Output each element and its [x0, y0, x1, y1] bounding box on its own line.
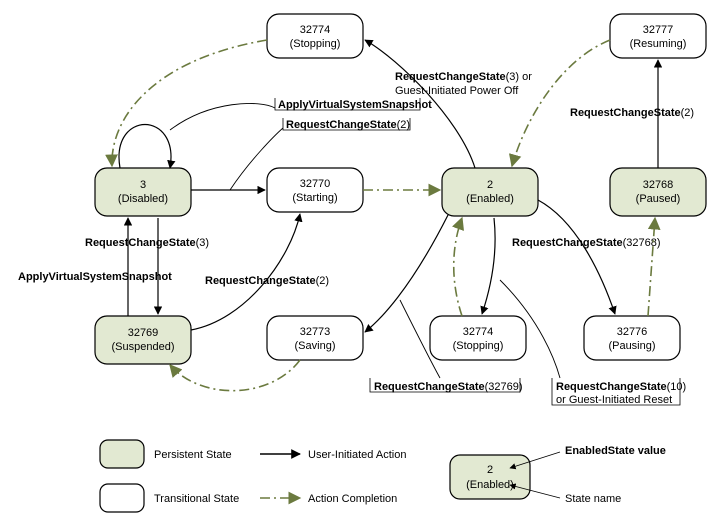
state-name: (Enabled): [466, 193, 514, 205]
legend-user-action: User-Initiated Action: [308, 449, 406, 461]
state-name: (Pausing): [608, 340, 655, 352]
state-value: 2: [487, 179, 493, 191]
state-stopping-top: 32774 (Stopping): [267, 14, 363, 58]
svg-text:RequestChangeState(10): RequestChangeState(10): [556, 381, 686, 393]
state-value: 32774: [463, 326, 494, 338]
svg-text:EnabledState value: EnabledState value: [565, 445, 666, 457]
state-name: (Starting): [292, 192, 337, 204]
state-suspended: 32769 (Suspended): [95, 316, 191, 364]
state-value: 32773: [300, 326, 331, 338]
state-value: 32770: [300, 178, 331, 190]
edge-enabled-stoppingbot: [482, 218, 495, 314]
svg-text:RequestChangeState(32768): RequestChangeState(32768): [512, 237, 661, 249]
state-enabled: 2 (Enabled): [442, 168, 538, 216]
state-value: 3: [140, 179, 146, 191]
edge-resuming-enabled: [512, 40, 610, 166]
svg-text:RequestChangeState(2): RequestChangeState(2): [570, 107, 694, 119]
legend-action-completion: Action Completion: [308, 493, 397, 505]
svg-text:RequestChangeState(2): RequestChangeState(2): [205, 275, 329, 287]
edge-enabled-saving: [365, 215, 448, 332]
state-resuming: 32777 (Resuming): [610, 14, 706, 58]
legend-persistent: Persistent State: [154, 449, 232, 461]
state-name: (Resuming): [630, 38, 687, 50]
state-value: 32769: [128, 327, 159, 339]
label-guest-reset: or Guest-Initiated Reset: [556, 394, 672, 406]
label-apply-snapshot-b: ApplyVirtualSystemSnapshot: [18, 271, 172, 283]
state-name: (Stopping): [290, 38, 341, 50]
svg-text:RequestChangeState(3) or: RequestChangeState(3) or: [395, 71, 532, 83]
legend-state-name: State name: [565, 493, 621, 505]
edge-enabled-pausing: [538, 200, 615, 314]
svg-text:RequestChangeState(3): RequestChangeState(3): [85, 237, 209, 249]
state-value: 32776: [617, 326, 648, 338]
state-value: 32774: [300, 24, 331, 36]
edge-suspended-starting: [191, 214, 300, 330]
label-apply-snapshot: ApplyVirtualSystemSnapshot: [278, 99, 432, 111]
edge-stoppingbot-enabled: [454, 218, 462, 316]
label-guest-off: Guest-Initiated Power Off: [395, 85, 519, 97]
state-value: 32777: [643, 24, 674, 36]
state-starting: 32770 (Starting): [267, 168, 363, 212]
edge-stoppingtop-disabled: [112, 40, 267, 166]
state-saving: 32773 (Saving): [267, 316, 363, 360]
state-pausing: 32776 (Pausing): [584, 316, 680, 360]
legend: Persistent State Transitional State User…: [100, 440, 666, 512]
state-disabled: 3 (Disabled): [95, 168, 191, 216]
svg-text:RequestChangeState(32769): RequestChangeState(32769): [374, 381, 523, 393]
legend-sample-name: (Enabled): [466, 479, 514, 491]
edge-saving-suspended: [170, 360, 300, 391]
state-name: (Disabled): [118, 193, 168, 205]
state-stopping-bottom: 32774 (Stopping): [430, 316, 526, 360]
svg-text:RequestChangeState(2): RequestChangeState(2): [286, 119, 410, 131]
state-name: (Paused): [636, 193, 681, 205]
legend-transitional: Transitional State: [154, 493, 239, 505]
edge-pausing-paused: [648, 218, 655, 316]
legend-sample-value: 2: [487, 464, 493, 476]
state-name: (Suspended): [111, 341, 174, 353]
edge-disabled-self: [119, 125, 171, 169]
state-paused: 32768 (Paused): [610, 168, 706, 216]
state-name: (Saving): [295, 340, 336, 352]
state-name: (Stopping): [453, 340, 504, 352]
edge-label-connector-1: [170, 103, 275, 130]
state-value: 32768: [643, 179, 674, 191]
